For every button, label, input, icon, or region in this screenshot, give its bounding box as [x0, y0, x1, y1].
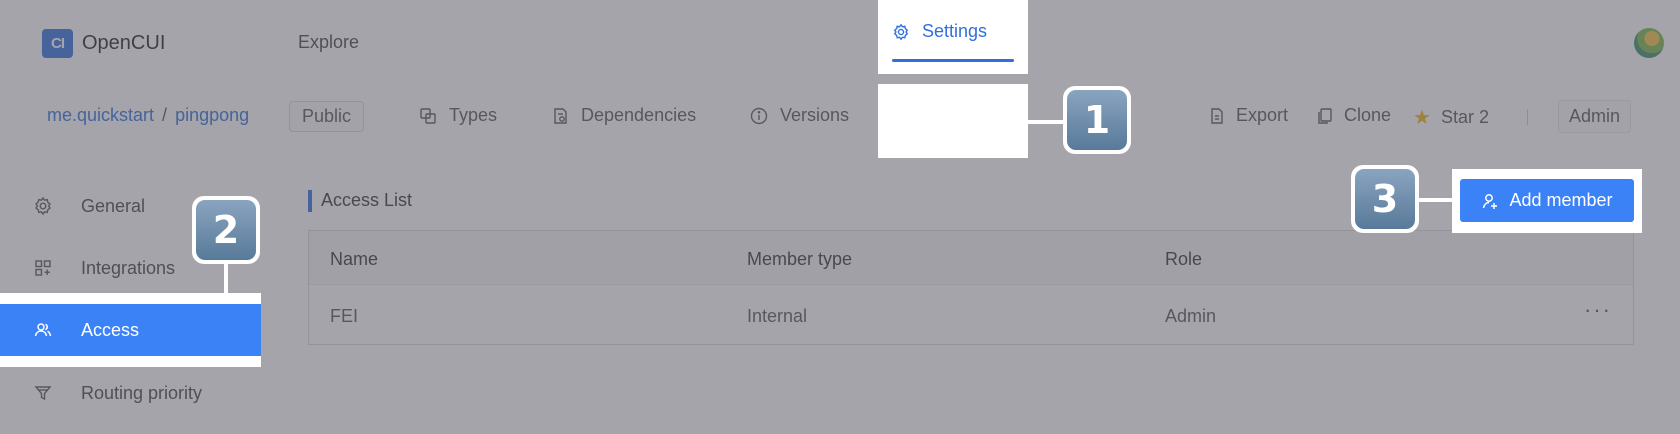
types-icon	[420, 107, 436, 124]
breadcrumb-org[interactable]: me.quickstart	[47, 105, 154, 126]
tab-types[interactable]: Types	[419, 105, 497, 126]
access-table: Name Member type Role FEI Internal Admin…	[308, 230, 1634, 345]
top-navbar: CI OpenCUI Explore	[0, 0, 1680, 84]
gear-icon	[893, 23, 909, 40]
add-member-button[interactable]: Add member	[1460, 179, 1634, 222]
tab-settings-label: Settings	[922, 21, 988, 41]
logo-icon: CI	[42, 29, 73, 58]
dim-overlay	[0, 158, 1680, 169]
logo[interactable]: CI OpenCUI	[42, 29, 165, 58]
callout-badge-2: 2	[192, 196, 260, 264]
callout-badge-3: 3	[1351, 165, 1419, 233]
visibility-badge: Public	[289, 101, 365, 132]
filter-icon	[34, 386, 52, 401]
column-header-role: Role	[1165, 249, 1203, 269]
sidebar-item-label: Integrations	[81, 257, 176, 278]
dim-overlay	[0, 148, 878, 158]
admin-button[interactable]: Admin	[1558, 100, 1632, 133]
app-name: OpenCUI	[82, 32, 166, 54]
highlight-add-member: Add member	[1452, 169, 1642, 233]
sidebar-item-label: General	[81, 195, 146, 216]
star-icon: ★	[1413, 107, 1431, 129]
star-label: Star 2	[1440, 107, 1489, 127]
callout-connector	[1028, 120, 1064, 124]
sidebar-item-label: Access	[81, 319, 140, 340]
breadcrumb: me.quickstart / pingpong	[47, 105, 249, 126]
explore-link[interactable]: Explore	[298, 32, 359, 53]
export-button[interactable]: Export	[1208, 105, 1288, 126]
cell-role: Admin	[1165, 306, 1217, 326]
column-header-member-type: Member type	[747, 249, 853, 269]
callout-number: 3	[1355, 169, 1415, 229]
sidebar-item-routing-priority[interactable]: Routing priority	[0, 367, 261, 419]
users-icon	[34, 323, 52, 337]
tab-types-label: Types	[449, 105, 498, 125]
more-actions-icon[interactable]: ···	[1584, 297, 1612, 323]
clone-label: Clone	[1344, 105, 1392, 125]
tab-settings[interactable]: Settings	[892, 21, 987, 42]
divider	[1527, 109, 1528, 125]
breadcrumb-separator: /	[162, 105, 168, 125]
callout-connector	[1418, 198, 1454, 202]
info-icon	[750, 107, 768, 124]
avatar[interactable]	[1634, 28, 1664, 58]
breadcrumb-project[interactable]: pingpong	[175, 105, 249, 126]
highlight-settings: Settings	[878, 0, 1028, 74]
cell-member-type: Internal	[747, 306, 808, 326]
dependencies-icon	[554, 107, 567, 124]
export-icon	[1211, 107, 1223, 124]
callout-number: 2	[196, 200, 256, 260]
tab-versions-label: Versions	[780, 105, 850, 125]
integrations-icon	[35, 260, 51, 276]
callout-number: 1	[1067, 90, 1127, 150]
user-icon	[1483, 193, 1498, 209]
active-tab-indicator	[892, 59, 1014, 62]
callout-badge-1: 1	[1063, 86, 1131, 154]
table-header	[309, 231, 1633, 285]
sidebar-item-label: Routing priority	[81, 382, 203, 403]
tab-dependencies[interactable]: Dependencies	[551, 105, 696, 126]
highlight-access: Access	[0, 293, 261, 367]
callout-connector	[224, 260, 228, 295]
column-header-name: Name	[330, 249, 379, 269]
dim-overlay	[1642, 169, 1680, 233]
star-button[interactable]: ★ Star 2	[1413, 105, 1489, 130]
project-bar: me.quickstart / pingpong Public Types De…	[0, 84, 1680, 148]
add-member-label: Add member	[1509, 190, 1613, 210]
clone-icon	[1318, 107, 1332, 124]
cell-name: FEI	[330, 306, 359, 326]
tab-versions[interactable]: Versions	[750, 105, 849, 126]
tab-dependencies-label: Dependencies	[581, 105, 697, 125]
page: CI OpenCUI Explore me.quickstart / pingp…	[0, 0, 1680, 434]
gear-icon	[35, 196, 51, 216]
section-title: Access List	[308, 190, 412, 212]
export-label: Export	[1236, 105, 1289, 125]
clone-button[interactable]: Clone	[1316, 105, 1391, 126]
sidebar-item-access[interactable]: Access	[0, 304, 261, 356]
